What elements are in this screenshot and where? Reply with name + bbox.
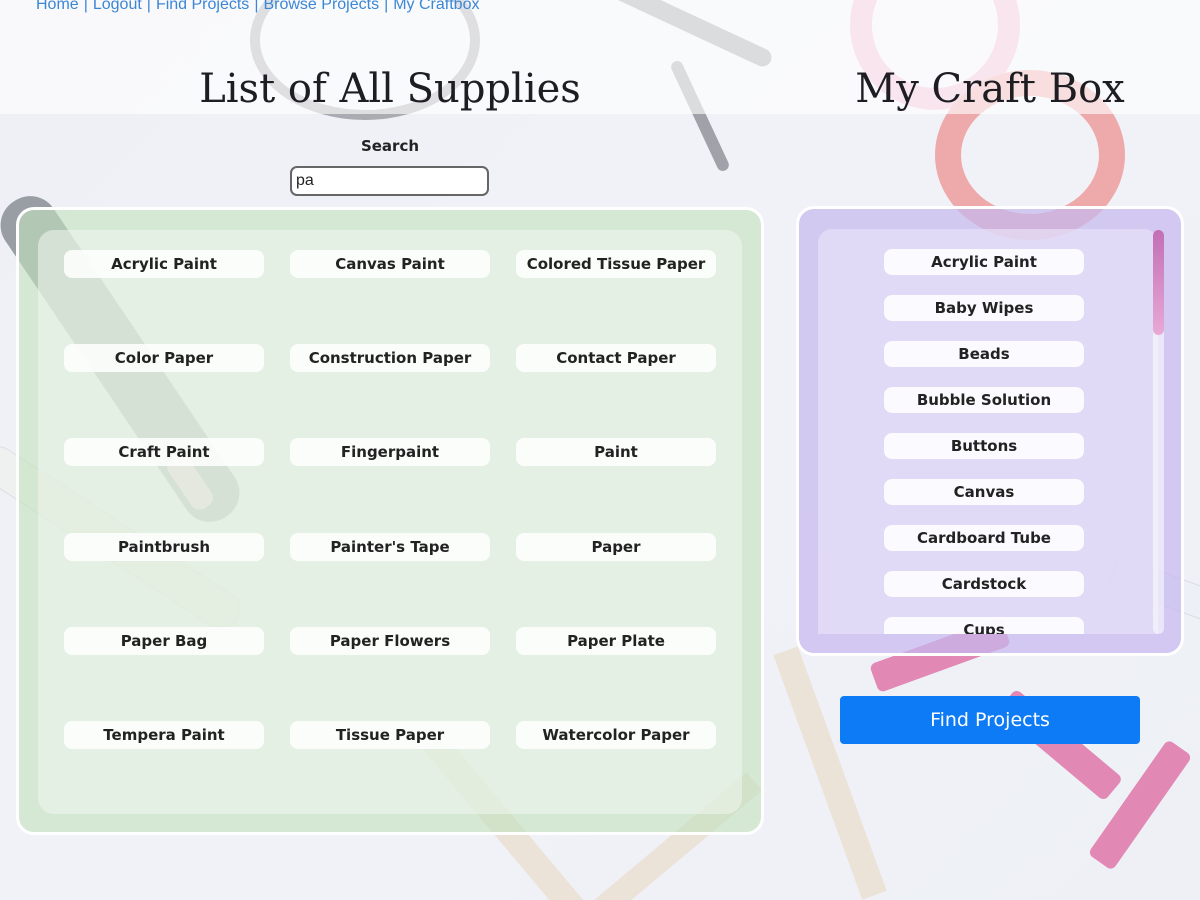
nav-link-browse-projects[interactable]: Browse Projects <box>263 0 379 13</box>
supply-item[interactable]: Paintbrush <box>64 532 264 561</box>
supply-item[interactable]: Contact Paper <box>516 344 716 373</box>
supply-item[interactable]: Colored Tissue Paper <box>516 250 716 278</box>
supply-item[interactable]: Construction Paper <box>290 344 490 373</box>
supply-item[interactable]: Watercolor Paper <box>516 721 716 749</box>
supply-item[interactable]: Paper Plate <box>516 626 716 655</box>
craft-box-item[interactable]: Baby Wipes <box>884 295 1084 321</box>
supply-item[interactable]: Tempera Paint <box>64 721 264 749</box>
supply-item[interactable]: Fingerpaint <box>290 438 490 467</box>
search-label: Search <box>360 137 420 155</box>
supply-item[interactable]: Craft Paint <box>64 438 264 467</box>
supply-item[interactable]: Paint <box>516 438 716 467</box>
nav-link-logout[interactable]: Logout <box>93 0 142 13</box>
supply-item[interactable]: Color Paper <box>64 344 264 373</box>
craft-box-item[interactable]: Cups <box>884 617 1084 634</box>
craft-box-heading: My Craft Box <box>855 66 1125 112</box>
nav-link-find-projects[interactable]: Find Projects <box>156 0 249 13</box>
nav-separator: | <box>146 0 151 13</box>
supply-item[interactable]: Canvas Paint <box>290 250 490 278</box>
nav-link-home[interactable]: Home <box>36 0 79 13</box>
craft-box-scrollbar[interactable] <box>1153 230 1164 634</box>
craft-box-item[interactable]: Bubble Solution <box>884 387 1084 413</box>
nav-separator: | <box>384 0 389 13</box>
craft-box-item[interactable]: Buttons <box>884 433 1084 459</box>
find-projects-button[interactable]: Find Projects <box>840 696 1140 744</box>
supply-item[interactable]: Painter's Tape <box>290 532 490 561</box>
craft-box-item[interactable]: Cardboard Tube <box>884 525 1084 551</box>
nav-separator: | <box>254 0 259 13</box>
craft-box-item[interactable]: Acrylic Paint <box>884 249 1084 275</box>
craft-box-panel: Acrylic Paint Baby Wipes Beads Bubble Solut… <box>796 206 1184 656</box>
supplies-grid: Acrylic Paint Canvas Paint Colored Tissue … <box>38 230 742 814</box>
supply-item[interactable]: Acrylic Paint <box>64 250 264 278</box>
scrollbar-thumb[interactable] <box>1153 230 1164 335</box>
all-supplies-heading: List of All Supplies <box>199 66 581 112</box>
supply-item[interactable]: Paper Flowers <box>290 626 490 655</box>
supply-item[interactable]: Paper <box>516 532 716 561</box>
supply-item[interactable]: Tissue Paper <box>290 721 490 749</box>
supply-item[interactable]: Paper Bag <box>64 626 264 655</box>
all-supplies-panel: Acrylic Paint Canvas Paint Colored Tissue … <box>16 207 764 835</box>
craft-box-item[interactable]: Cardstock <box>884 571 1084 597</box>
nav-separator: | <box>83 0 88 13</box>
top-nav: Home | Logout | Find Projects | Browse Project… <box>36 0 479 14</box>
craft-box-item[interactable]: Beads <box>884 341 1084 367</box>
search-input[interactable] <box>290 166 489 196</box>
nav-link-my-craftbox[interactable]: My Craftbox <box>393 0 479 13</box>
craft-box-item[interactable]: Canvas <box>884 479 1084 505</box>
craft-box-list[interactable]: Acrylic Paint Baby Wipes Beads Bubble Solut… <box>818 229 1158 634</box>
